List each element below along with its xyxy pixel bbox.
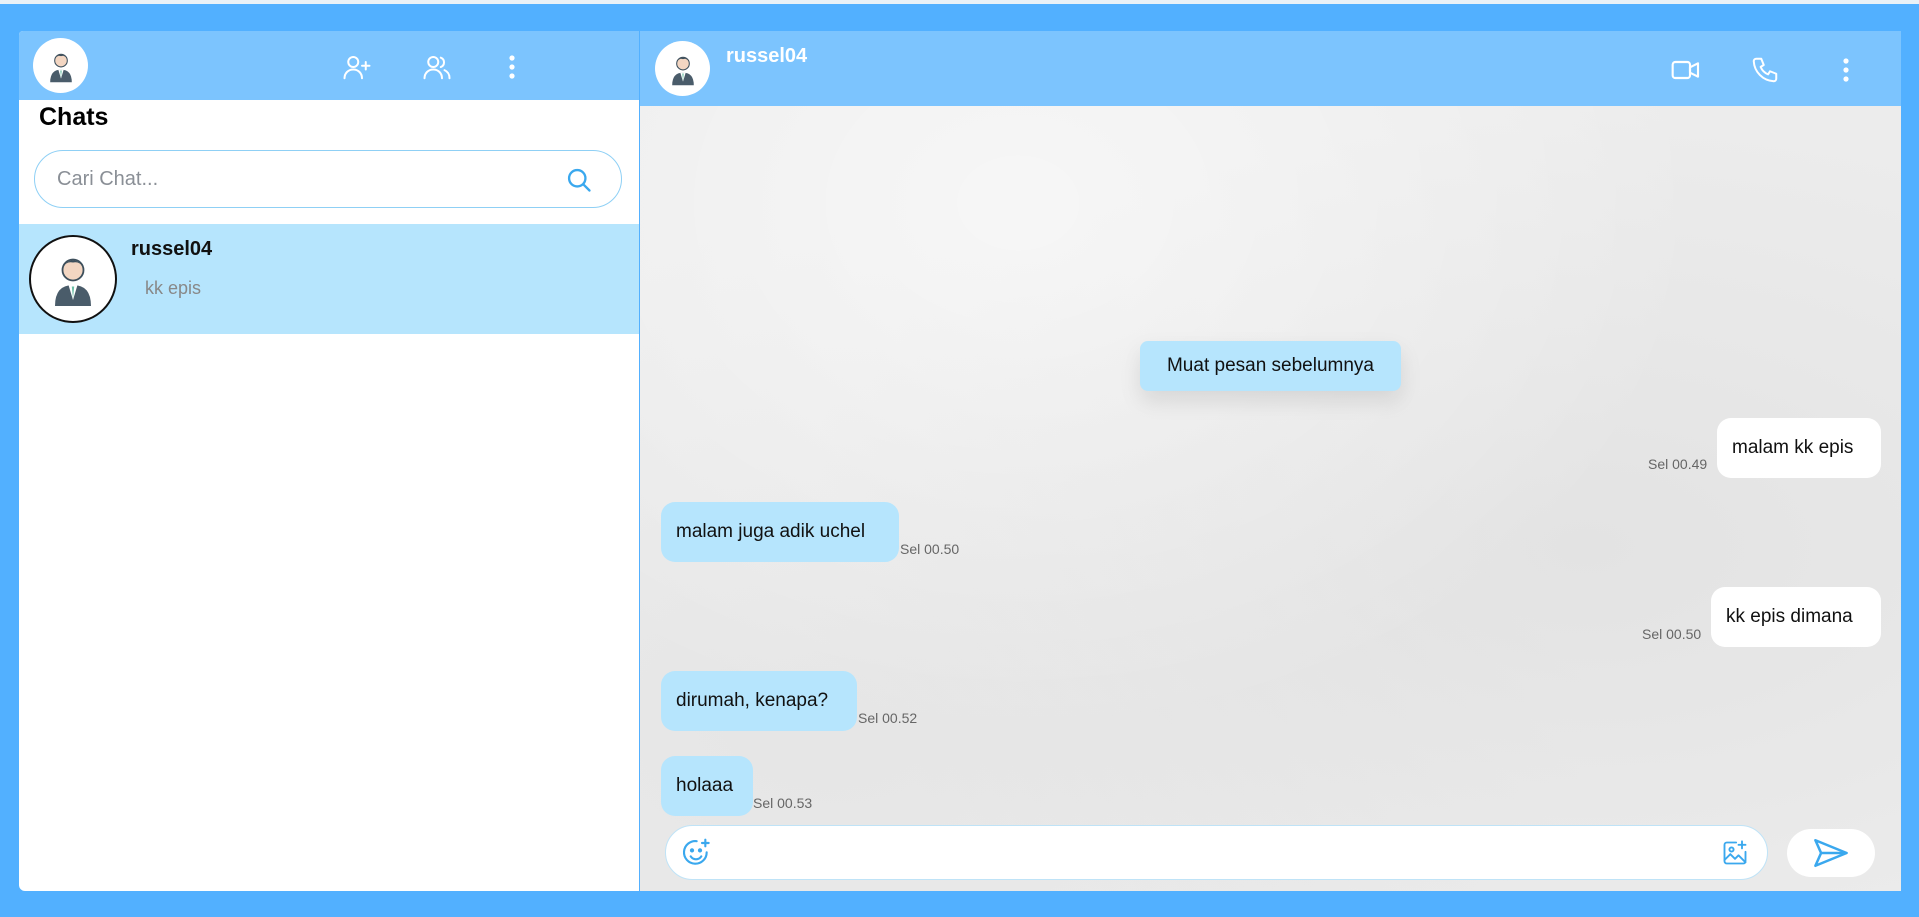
chat-list-panel: Chats russel04 kk epis [19, 31, 639, 891]
send-button[interactable] [1787, 829, 1875, 877]
message-bubble-incoming: dirumah, kenapa? [661, 671, 857, 731]
chat-last-message: kk epis [145, 278, 202, 298]
search-field [34, 150, 622, 208]
message-time: Sel 00.50 [1642, 626, 1702, 642]
send-icon [1814, 838, 1848, 868]
more-vertical-icon[interactable] [496, 51, 528, 83]
message-bubble-incoming: holaaa [661, 756, 753, 816]
message-bubble-outgoing: kk epis dimana [1711, 587, 1881, 647]
search-icon[interactable] [565, 166, 593, 199]
add-user-icon[interactable] [341, 51, 373, 83]
load-previous-messages-button[interactable]: Muat pesan sebelumnya [1140, 341, 1401, 391]
chats-title: Chats [39, 103, 109, 131]
user-avatar-icon[interactable] [33, 38, 88, 93]
more-vertical-icon[interactable] [1829, 53, 1863, 87]
window-top-strip [0, 0, 1919, 4]
contact-name: russel04 [726, 45, 808, 67]
video-call-icon[interactable] [1669, 53, 1703, 87]
group-icon[interactable] [421, 51, 453, 83]
contact-avatar-icon [29, 235, 117, 323]
chat-name: russel04 [131, 238, 213, 260]
message-input[interactable] [726, 838, 1676, 868]
search-input[interactable] [57, 167, 557, 191]
conversation-header: russel04 [640, 31, 1901, 106]
message-time: Sel 00.53 [753, 795, 813, 811]
message-time: Sel 00.49 [1648, 456, 1708, 472]
add-image-icon[interactable] [1721, 839, 1749, 872]
message-bubble-incoming: malam juga adik uchel [661, 502, 899, 562]
contact-avatar-icon[interactable] [655, 41, 710, 96]
chat-list-header [19, 31, 639, 100]
message-bubble-outgoing: malam kk epis [1717, 418, 1881, 478]
message-composer [665, 825, 1768, 880]
message-time: Sel 00.50 [900, 541, 960, 557]
phone-icon[interactable] [1748, 53, 1782, 87]
emoji-icon[interactable] [680, 837, 712, 874]
message-time: Sel 00.52 [858, 710, 918, 726]
conversation-panel: russel04 Muat pesan sebelumnya malam kk … [640, 31, 1901, 891]
chat-list-item[interactable]: russel04 kk epis [19, 224, 639, 334]
